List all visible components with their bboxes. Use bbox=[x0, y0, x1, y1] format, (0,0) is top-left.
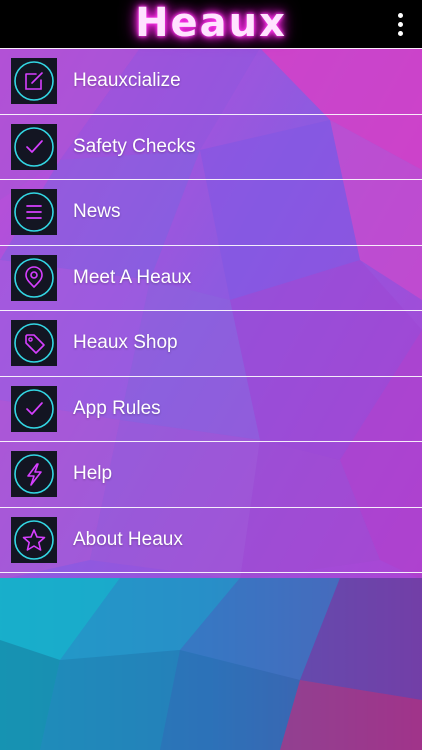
menu-item-heauxcialize[interactable]: Heauxcialize bbox=[0, 48, 422, 114]
menu-item-meet-a-heaux[interactable]: Meet A Heaux bbox=[0, 244, 422, 311]
menu-item-label: News bbox=[73, 201, 121, 223]
location-pin-icon bbox=[11, 254, 57, 301]
lightning-icon bbox=[11, 451, 57, 498]
check-icon bbox=[11, 385, 57, 432]
menu-item-label: About Heaux bbox=[73, 528, 183, 550]
menu-item-label: Meet A Heaux bbox=[73, 266, 192, 288]
menu-item-about-heaux[interactable]: About Heaux bbox=[0, 506, 422, 573]
menu-item-label: App Rules bbox=[73, 397, 161, 419]
star-icon bbox=[11, 516, 57, 563]
menu-item-label: Safety Checks bbox=[73, 135, 196, 157]
main-menu: Heauxcialize Safety Checks News Meet A H… bbox=[0, 48, 422, 573]
menu-item-label: Heaux Shop bbox=[73, 332, 178, 354]
app-title: Heaux bbox=[135, 0, 287, 46]
edit-icon bbox=[11, 58, 57, 105]
check-icon bbox=[11, 123, 57, 170]
menu-item-app-rules[interactable]: App Rules bbox=[0, 375, 422, 442]
menu-item-label: Help bbox=[73, 463, 113, 485]
menu-item-news[interactable]: News bbox=[0, 179, 422, 245]
tag-icon bbox=[11, 320, 57, 367]
menu-lines-icon bbox=[11, 189, 57, 236]
menu-item-label: Heauxcialize bbox=[73, 70, 181, 92]
menu-item-heaux-shop[interactable]: Heaux Shop bbox=[0, 310, 422, 376]
menu-item-help[interactable]: Help bbox=[0, 441, 422, 507]
menu-item-safety-checks[interactable]: Safety Checks bbox=[0, 113, 422, 180]
more-vertical-icon[interactable] bbox=[390, 10, 410, 38]
app-header: Heaux bbox=[0, 0, 422, 48]
